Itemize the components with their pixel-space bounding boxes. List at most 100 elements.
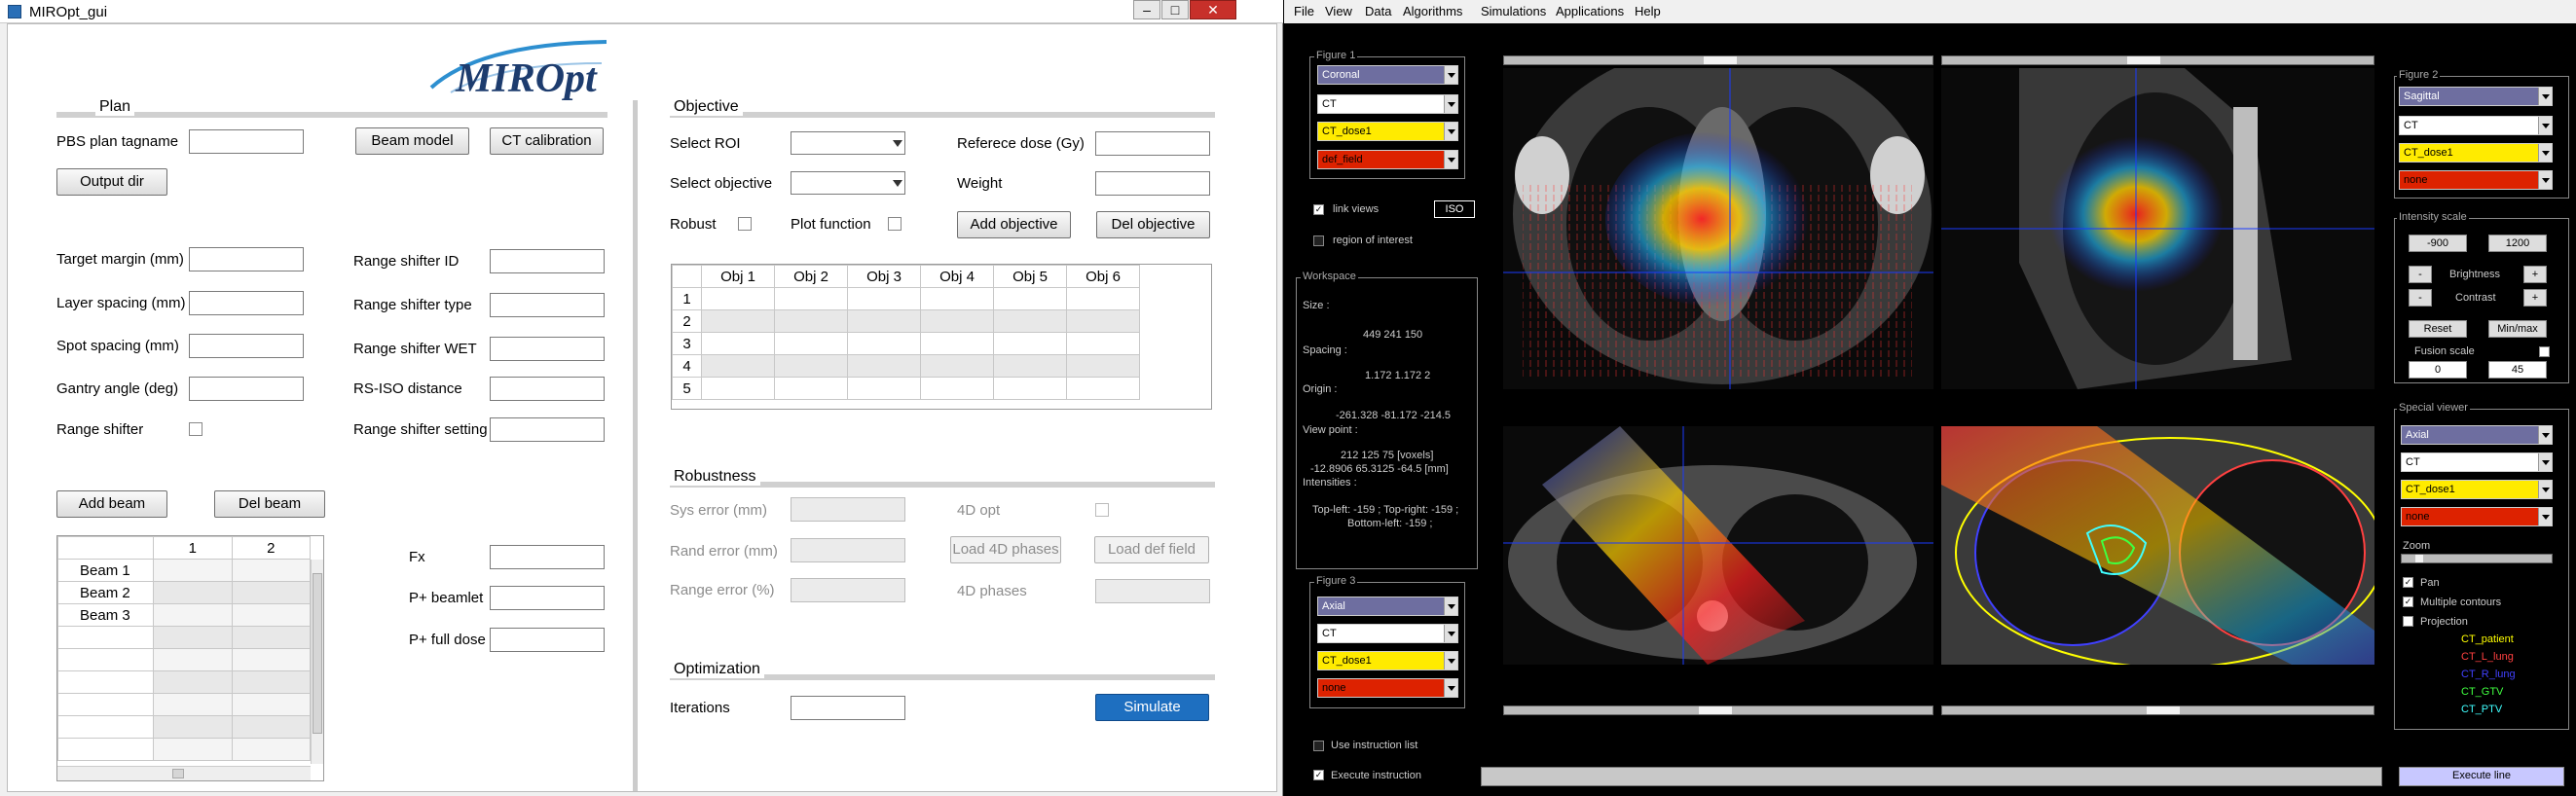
load-def-field-button[interactable]: Load def field [1094,536,1209,563]
beam-row-label[interactable]: Beam 3 [57,603,154,627]
figure3-dose-dropdown[interactable]: CT_dose1 [1317,651,1458,670]
figure2-dose-dropdown[interactable]: CT_dose1 [2399,143,2553,163]
menu-data[interactable]: Data [1365,4,1391,18]
reset-button[interactable]: Reset [2409,320,2467,338]
iterations-input[interactable] [791,696,905,720]
ct-calibration-button[interactable]: CT calibration [490,127,604,155]
simulate-button[interactable]: Simulate [1095,694,1209,721]
projection-checkbox[interactable] [2403,616,2413,627]
obj-cell[interactable] [847,354,921,378]
phases-4d-input[interactable] [1095,579,1210,603]
obj-cell[interactable] [847,309,921,333]
link-views-checkbox[interactable]: ✓ [1313,204,1324,215]
obj-cell[interactable] [847,332,921,355]
rs-iso-input[interactable] [490,377,605,401]
opt4d-checkbox[interactable] [1095,503,1109,517]
maximize-button[interactable]: □ [1161,0,1189,19]
obj-cell[interactable] [1066,332,1140,355]
fusion-checkbox[interactable] [2539,346,2550,357]
menu-applications[interactable]: Applications [1556,4,1624,18]
beam-row-label[interactable]: Beam 2 [57,581,154,604]
obj-cell[interactable] [701,332,775,355]
sagittal-view[interactable] [1941,68,2374,389]
rand-error-input[interactable] [791,538,905,562]
robust-checkbox[interactable] [738,217,752,231]
beam-vscrollbar[interactable] [311,560,323,764]
obj-cell[interactable] [920,309,994,333]
zoom-slider[interactable] [2401,554,2553,563]
obj-cell[interactable] [774,309,848,333]
scroll-thumb[interactable] [1699,706,1732,714]
fx-input[interactable] [490,545,605,569]
figure3-field-dropdown[interactable]: none [1317,678,1458,698]
figure2-view-dropdown[interactable]: Sagittal [2399,87,2553,106]
coronal-view[interactable] [1503,68,1933,389]
p-full-dose-input[interactable] [490,628,605,652]
axial-view[interactable] [1503,426,1933,665]
intensity-min-input[interactable]: -900 [2409,235,2467,252]
multiple-contours-checkbox[interactable]: ✓ [2403,597,2413,607]
layer-spacing-input[interactable] [189,291,304,315]
intensity-max-input[interactable]: 1200 [2488,235,2547,252]
add-beam-button[interactable]: Add beam [56,490,167,518]
obj-cell[interactable] [701,309,775,333]
obj-cell[interactable] [920,287,994,310]
beam-cell[interactable] [231,581,311,604]
menu-algorithms[interactable]: Algorithms [1403,4,1462,18]
obj-cell[interactable] [847,377,921,400]
obj-cell[interactable] [920,354,994,378]
rs-wet-input[interactable] [490,337,605,361]
obj-cell[interactable] [701,377,775,400]
beam-cell[interactable] [153,559,233,582]
load-4d-button[interactable]: Load 4D phases [950,536,1061,563]
range-shifter-checkbox[interactable] [189,422,202,436]
brightness-minus-button[interactable]: - [2409,266,2432,283]
menu-help[interactable]: Help [1635,4,1661,18]
spot-spacing-input[interactable] [189,334,304,358]
brightness-plus-button[interactable]: + [2523,266,2547,283]
obj-cell[interactable] [774,377,848,400]
roi-checkbox[interactable] [1313,235,1324,246]
figure1-field-dropdown[interactable]: def_field [1317,150,1458,169]
pan-checkbox[interactable]: ✓ [2403,577,2413,588]
select-roi-dropdown[interactable] [791,131,905,155]
figure3-slice-scrollbar[interactable] [1503,706,1933,715]
contrast-plus-button[interactable]: + [2523,289,2547,307]
beam-cell[interactable] [231,603,311,627]
rs-type-input[interactable] [490,293,605,317]
obj-cell[interactable] [774,332,848,355]
select-objective-dropdown[interactable] [791,171,905,195]
figure1-slice-scrollbar[interactable] [1503,55,1933,65]
execute-line-button[interactable]: Execute line [2399,767,2564,786]
contrast-minus-button[interactable]: - [2409,289,2432,307]
minimize-button[interactable]: – [1133,0,1160,19]
iso-button[interactable]: ISO [1434,200,1475,218]
ref-dose-input[interactable] [1095,131,1210,156]
sys-error-input[interactable] [791,497,905,522]
gantry-angle-input[interactable] [189,377,304,401]
obj-cell[interactable] [774,287,848,310]
beam-cell[interactable] [153,603,233,627]
scroll-thumb[interactable] [2147,706,2180,714]
obj-cell[interactable] [993,377,1067,400]
obj-cell[interactable] [920,332,994,355]
instruction-input[interactable] [1481,767,2382,786]
special-dose-dropdown[interactable]: CT_dose1 [2401,480,2553,499]
contour-list-item[interactable]: CT_L_lung [2461,651,2514,663]
contour-list-item[interactable]: CT_R_lung [2461,669,2516,680]
beam-cell[interactable] [231,559,311,582]
scroll-thumb[interactable] [1704,56,1737,64]
menu-view[interactable]: View [1325,4,1352,18]
use-instruction-checkbox[interactable] [1313,741,1324,751]
figure2-field-dropdown[interactable]: none [2399,170,2553,190]
rs-setting-input[interactable] [490,417,605,442]
del-objective-button[interactable]: Del objective [1096,211,1210,238]
figure3-view-dropdown[interactable]: Axial [1317,597,1458,616]
fusion-max-input[interactable]: 45 [2488,361,2547,379]
obj-cell[interactable] [701,354,775,378]
figure1-dose-dropdown[interactable]: CT_dose1 [1317,122,1458,141]
beam-row-label[interactable]: Beam 1 [57,559,154,582]
target-margin-input[interactable] [189,247,304,271]
add-objective-button[interactable]: Add objective [957,211,1071,238]
obj-cell[interactable] [993,354,1067,378]
